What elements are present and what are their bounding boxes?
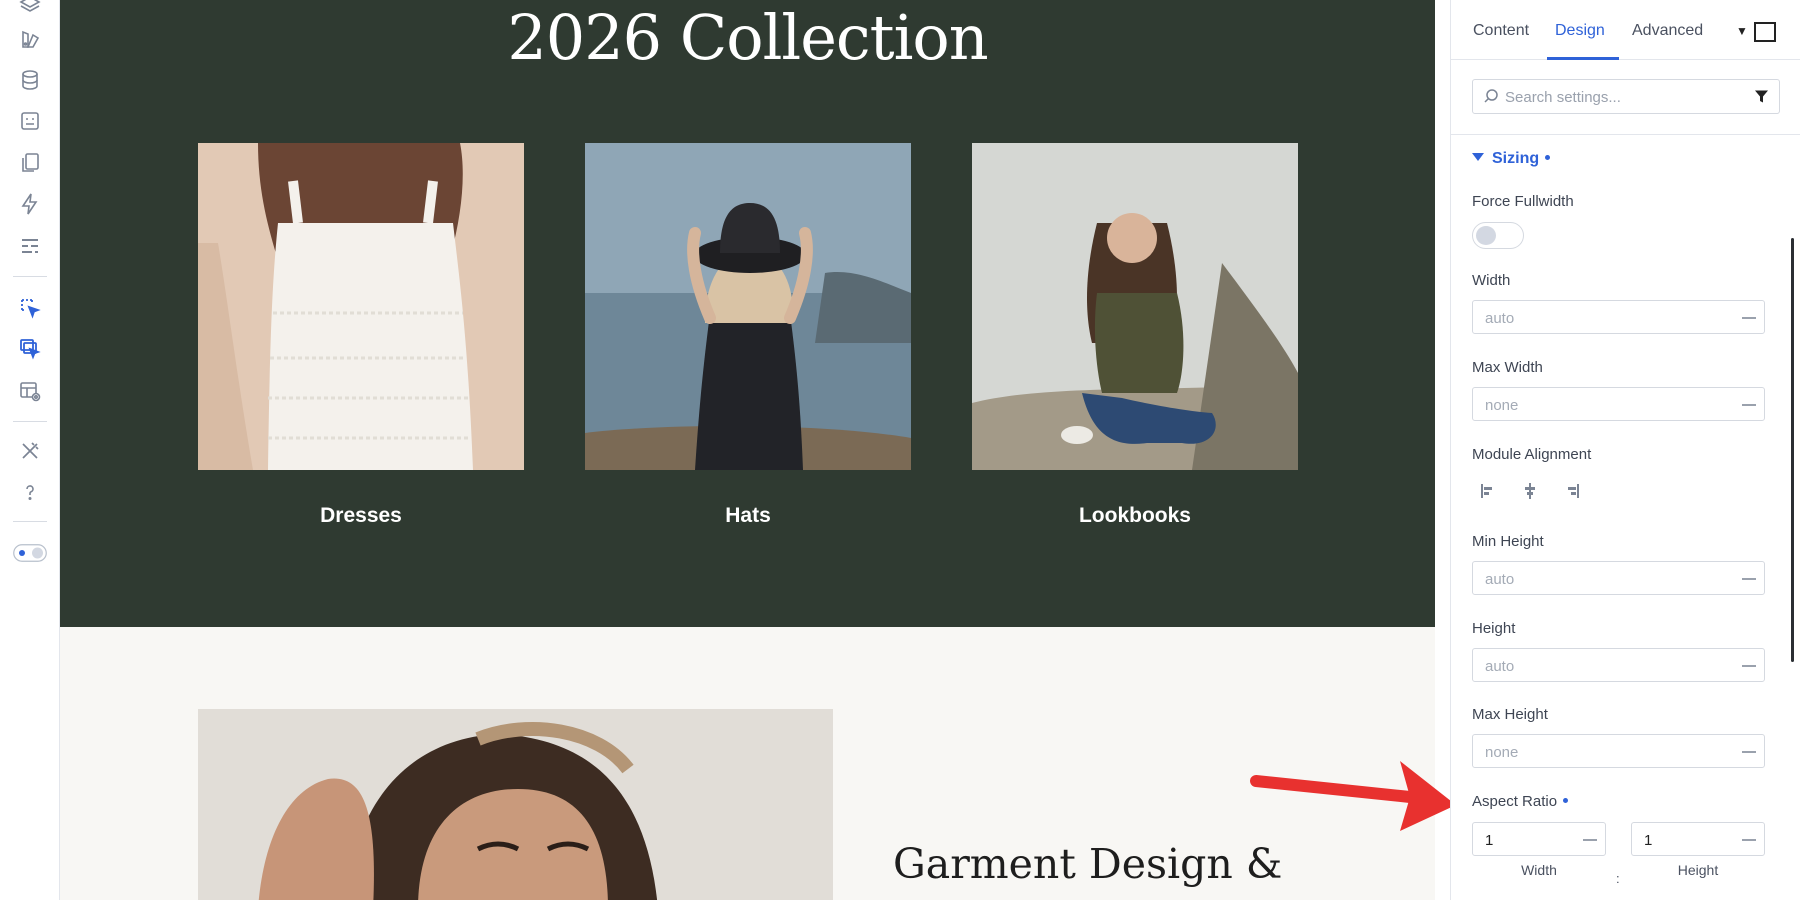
aspect-width-caption: Width — [1521, 862, 1557, 878]
active-tab-indicator — [1547, 57, 1619, 60]
unit-selector-icon[interactable] — [1742, 751, 1756, 753]
templates-icon[interactable] — [17, 108, 43, 134]
toggle-knob — [1476, 226, 1496, 245]
responsive-view-icon[interactable] — [1754, 22, 1776, 42]
theme-toggle-icon[interactable] — [13, 540, 47, 566]
min-height-field — [1472, 561, 1765, 595]
height-label: Height — [1472, 620, 1516, 637]
max-height-field — [1472, 734, 1765, 768]
tab-design[interactable]: Design — [1555, 22, 1605, 40]
caret-down-icon — [1472, 153, 1484, 161]
multi-select-icon[interactable] — [17, 336, 43, 362]
max-width-label: Max Width — [1472, 359, 1543, 376]
modified-indicator — [1545, 155, 1551, 160]
left-toolbar — [0, 0, 60, 900]
search-icon — [1484, 89, 1498, 103]
max-width-input[interactable] — [1485, 394, 1705, 416]
dresses-image — [198, 143, 524, 470]
width-label: Width — [1472, 272, 1511, 289]
unit-selector-icon[interactable] — [1742, 317, 1756, 319]
width-input[interactable] — [1485, 307, 1705, 329]
category-card-hats[interactable]: Hats — [585, 143, 911, 528]
panel-tabs: Content Design Advanced ▼ — [1451, 0, 1800, 60]
max-height-label: Max Height — [1472, 706, 1548, 723]
tab-content[interactable]: Content — [1473, 22, 1529, 40]
unit-selector-icon[interactable] — [1742, 404, 1756, 406]
page-canvas: 2026 Collection Dresses Hats Lookbooks G… — [60, 0, 1435, 900]
min-height-input[interactable] — [1485, 568, 1705, 590]
annotation-arrow — [1250, 761, 1456, 831]
help-icon[interactable] — [17, 479, 43, 505]
unit-selector-icon[interactable] — [1742, 839, 1756, 841]
collection-title: 2026 Collection — [507, 1, 988, 74]
tab-advanced[interactable]: Advanced — [1632, 22, 1703, 40]
force-fullwidth-label: Force Fullwidth — [1472, 193, 1574, 210]
collection-section: 2026 Collection Dresses Hats Lookbooks — [60, 0, 1435, 627]
height-input[interactable] — [1485, 655, 1705, 677]
aspect-ratio-height-input[interactable] — [1644, 829, 1724, 851]
pages-icon[interactable] — [17, 150, 43, 176]
section-title: Sizing — [1492, 150, 1540, 167]
category-label: Hats — [725, 504, 771, 527]
align-left-icon[interactable] — [1479, 481, 1499, 501]
hats-image — [585, 143, 911, 470]
sizing-section-toggle[interactable]: Sizing — [1472, 150, 1551, 168]
min-height-label: Min Height — [1472, 533, 1544, 550]
builder-window: 2026 Collection Dresses Hats Lookbooks G… — [0, 0, 1800, 900]
category-card-lookbooks[interactable]: Lookbooks — [972, 143, 1298, 528]
preview-layout-icon[interactable] — [17, 378, 43, 404]
max-width-field — [1472, 387, 1765, 421]
settings-search — [1472, 79, 1780, 114]
aspect-ratio-width-field — [1472, 822, 1606, 856]
unit-selector-icon[interactable] — [1742, 578, 1756, 580]
align-center-icon[interactable] — [1520, 481, 1540, 501]
modified-indicator — [1563, 798, 1569, 803]
database-icon[interactable] — [17, 67, 43, 93]
brand-kit-icon[interactable] — [17, 26, 43, 52]
select-element-icon[interactable] — [17, 295, 43, 321]
layers-icon[interactable] — [17, 0, 43, 18]
width-field — [1472, 300, 1765, 334]
search-input[interactable] — [1505, 86, 1735, 108]
filter-icon[interactable] — [1754, 89, 1769, 104]
aspect-height-caption: Height — [1677, 862, 1719, 878]
align-right-icon[interactable] — [1561, 481, 1581, 501]
unit-selector-icon[interactable] — [1583, 839, 1597, 841]
lookbooks-image — [972, 143, 1298, 470]
aspect-ratio-label: Aspect Ratio — [1472, 793, 1569, 810]
ratio-separator: : — [1616, 871, 1620, 886]
max-height-input[interactable] — [1485, 741, 1705, 763]
category-card-dresses[interactable]: Dresses — [198, 143, 524, 528]
garment-design-heading: Garment Design & — [893, 840, 1283, 888]
category-label: Lookbooks — [1078, 504, 1191, 527]
unit-selector-icon[interactable] — [1742, 665, 1756, 667]
chevron-down-icon[interactable]: ▼ — [1736, 24, 1748, 38]
toolbar-divider — [13, 521, 47, 522]
aspect-ratio-width-input[interactable] — [1485, 829, 1565, 851]
tools-icon[interactable] — [17, 438, 43, 464]
category-label: Dresses — [320, 504, 402, 527]
layout-icon[interactable] — [17, 233, 43, 259]
module-alignment-label: Module Alignment — [1472, 446, 1592, 463]
panel-scrollbar[interactable] — [1791, 238, 1794, 662]
aspect-ratio-height-field — [1631, 822, 1765, 856]
aspect-ratio-text: Aspect Ratio — [1472, 793, 1558, 810]
lightning-icon[interactable] — [17, 191, 43, 217]
panel-divider — [1451, 134, 1800, 135]
toolbar-divider — [13, 421, 47, 422]
height-field — [1472, 648, 1765, 682]
force-fullwidth-toggle[interactable] — [1472, 222, 1524, 249]
toolbar-divider — [13, 276, 47, 277]
portrait-image — [198, 709, 833, 900]
settings-panel: Content Design Advanced ▼ Sizing Force F… — [1450, 0, 1800, 900]
